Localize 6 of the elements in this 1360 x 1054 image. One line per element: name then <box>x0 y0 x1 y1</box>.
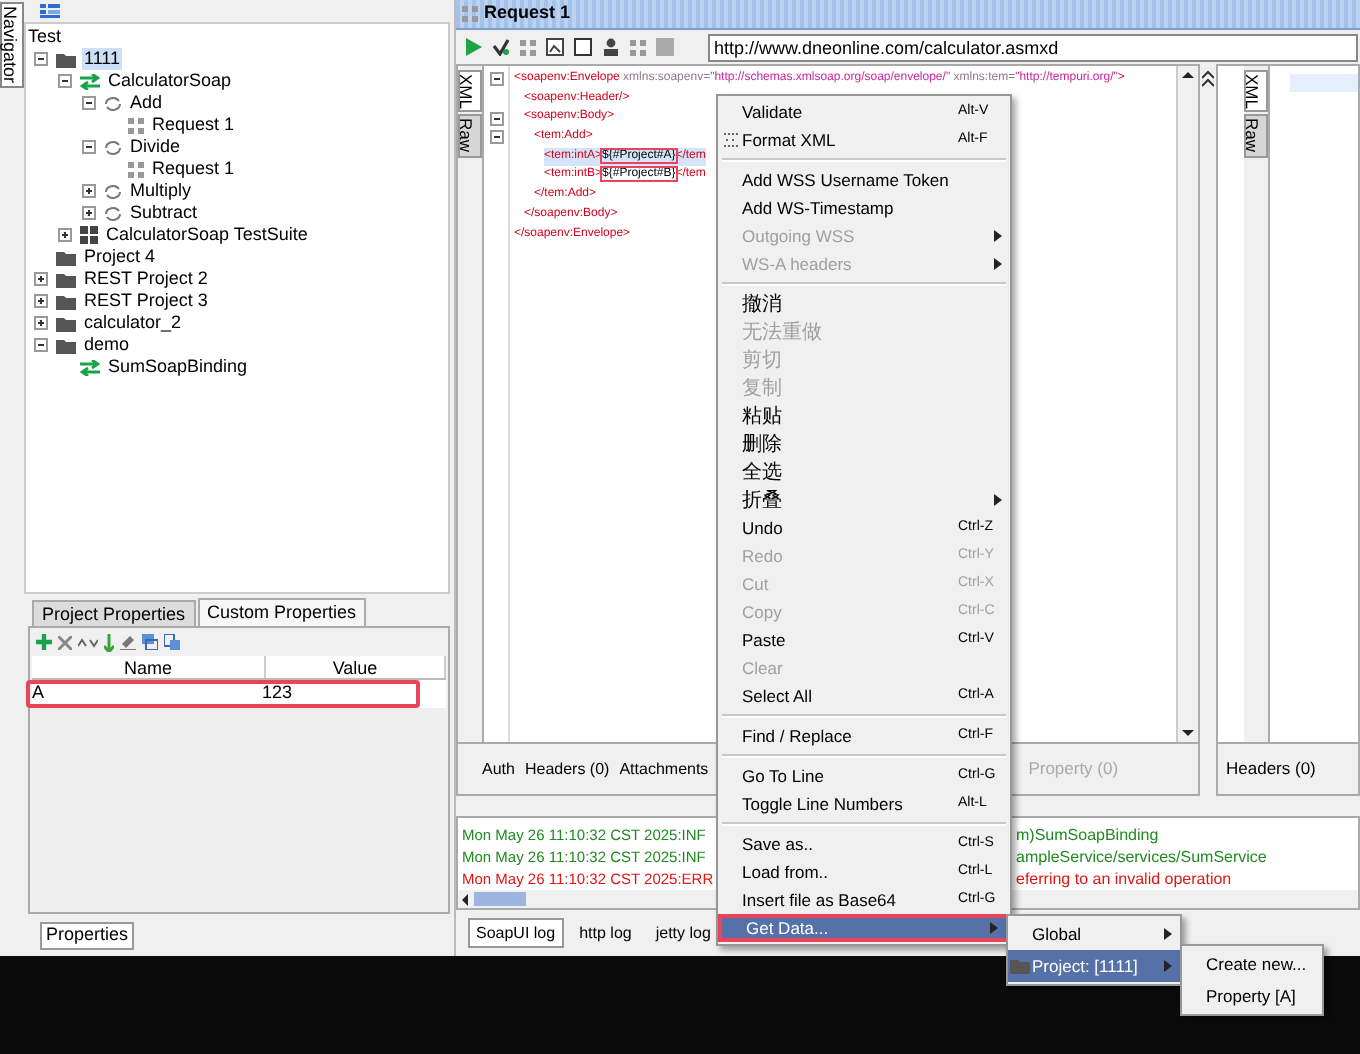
table-cell-text: 123 <box>260 680 295 707</box>
log-line: m)SumSoapBinding <box>1016 823 1159 847</box>
table-cell-text: A <box>30 680 47 707</box>
log-line: ampleService/services/SumService <box>1016 845 1267 869</box>
log-line: eferring to an invalid operation <box>1016 867 1232 891</box>
request-title: Request 1 <box>484 0 571 27</box>
